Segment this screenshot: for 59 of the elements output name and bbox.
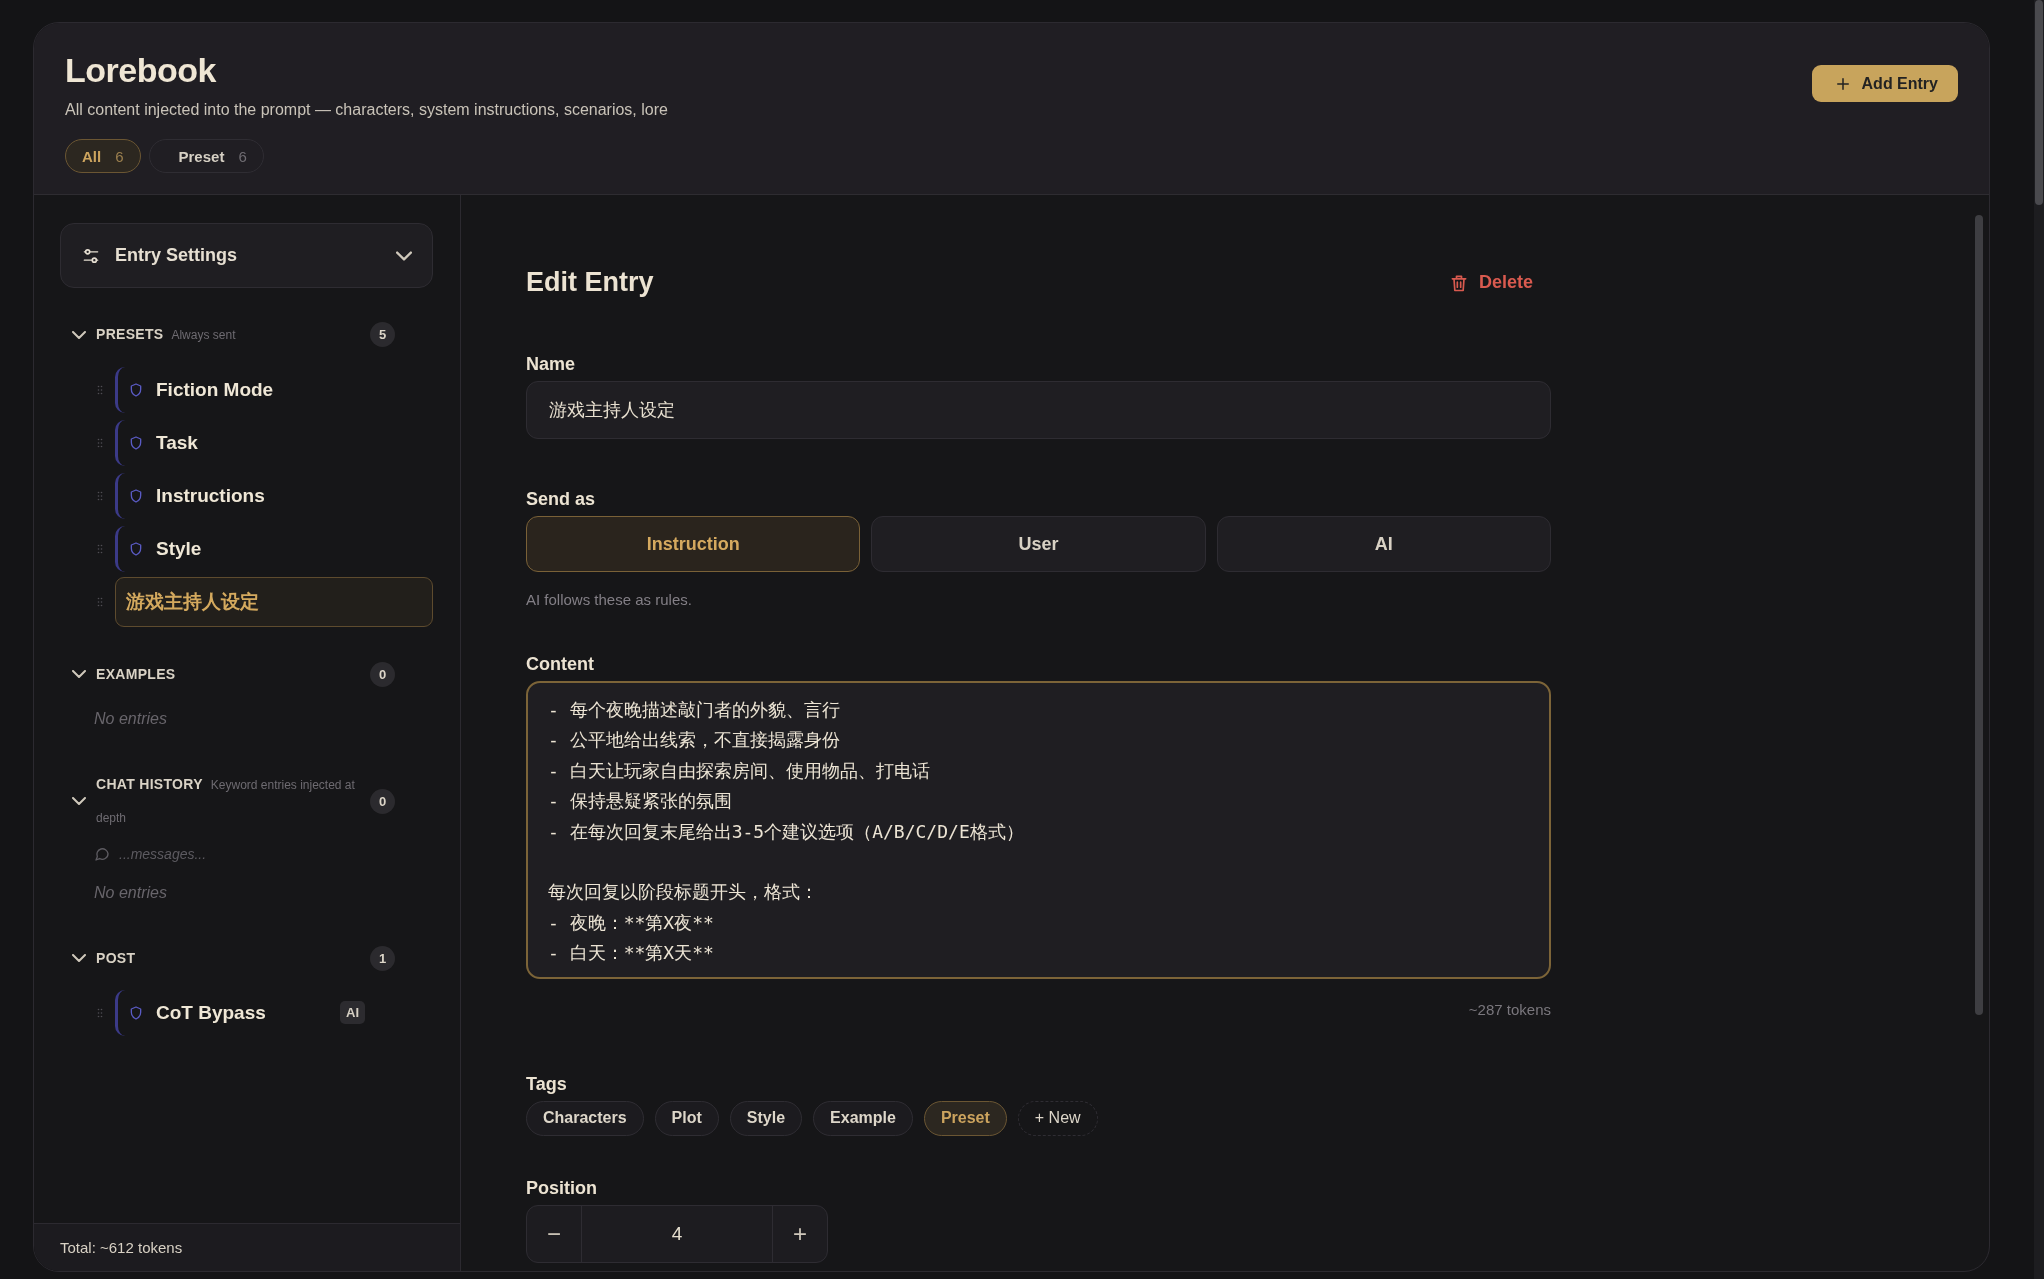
- field-label: Position: [526, 1177, 598, 1199]
- add-entry-button[interactable]: Add Entry: [1811, 65, 1958, 102]
- sidebar-item[interactable]: Fiction Mode: [115, 366, 433, 413]
- count-badge: 1: [370, 945, 395, 971]
- section-heading: PRESETS Always sent: [96, 325, 237, 344]
- section-heading: CHAT HISTORY Keyword entries injected at depth: [96, 775, 356, 827]
- position-value: 4: [581, 1205, 773, 1262]
- empty-state-text: No entries: [94, 709, 168, 729]
- position-stepper[interactable]: − 4 +: [526, 1204, 828, 1263]
- shield-icon: [128, 540, 144, 557]
- decrement-button[interactable]: −: [527, 1205, 581, 1262]
- field-label: Send as: [526, 489, 597, 510]
- sidebar-item[interactable]: CoT Bypass AI: [115, 989, 433, 1036]
- sidebar-item[interactable]: Task: [115, 419, 433, 466]
- messages-marker: ...messages...: [119, 846, 207, 862]
- field-label: Tags: [526, 1073, 568, 1095]
- chat-bubble-icon: [94, 846, 110, 862]
- count-badge: 0: [370, 788, 395, 814]
- chevron-down-icon[interactable]: [72, 670, 86, 678]
- shield-icon: [128, 1004, 144, 1021]
- content-field[interactable]: - 每个夜晚描述敲门者的外貌、言行 - 公平地给出线索，不直接揭露身份 - 白天让玩家自由探索房间、使用物品、打电话 - 保持悬疑紧张的氛围 - 在每次回复末尾给出3-5个建议选项（A/B/C/D/E格式） 每次回复以阶段标题开头，格式： - 夜晚：**第X夜** - 白天：**第X天**: [526, 681, 1551, 979]
- delete-button[interactable]: Delete: [1442, 271, 1539, 294]
- count-badge: 5: [370, 322, 395, 347]
- send-as-option[interactable]: User: [871, 516, 1206, 572]
- tag-chip[interactable]: Example: [813, 1100, 913, 1136]
- section-heading: POST: [96, 949, 137, 968]
- chevron-down-icon[interactable]: [72, 954, 86, 962]
- page-title: Lorebook: [65, 50, 217, 91]
- filter-chip[interactable]: All 6: [65, 139, 141, 173]
- shield-icon: [128, 381, 144, 398]
- tag-chip[interactable]: Style: [729, 1100, 803, 1136]
- empty-state-text: No entries: [94, 883, 168, 903]
- name-field[interactable]: 游戏主持人设定: [526, 381, 1551, 439]
- count-badge: 0: [370, 661, 395, 687]
- scrollbar[interactable]: [2034, 0, 2044, 1279]
- sidebar-item[interactable]: 游戏主持人设定: [115, 576, 433, 627]
- tag-chip[interactable]: Characters: [526, 1100, 644, 1136]
- chevron-down-icon[interactable]: [72, 797, 86, 805]
- chevron-down-icon[interactable]: [72, 330, 86, 339]
- shield-icon: [128, 487, 144, 504]
- sidebar-item[interactable]: Instructions: [115, 472, 433, 519]
- chevron-down-icon: [396, 250, 412, 261]
- tag-chip[interactable]: Plot: [654, 1100, 719, 1136]
- total-tokens: Total: ~612 tokens: [60, 1239, 183, 1256]
- role-badge: AI: [340, 1001, 365, 1024]
- field-label: Content: [526, 654, 595, 675]
- field-label: Name: [526, 354, 577, 375]
- editor-heading: Edit Entry: [526, 267, 654, 298]
- increment-button[interactable]: +: [773, 1205, 827, 1262]
- entry-settings-dropdown[interactable]: Entry Settings: [60, 223, 433, 288]
- shield-icon: [128, 434, 144, 451]
- page-subtitle: All content injected into the prompt — characters, system instructions, scenarios, lore: [65, 101, 668, 119]
- tag-chip[interactable]: Preset: [923, 1100, 1007, 1136]
- section-heading: EXAMPLES: [96, 665, 177, 684]
- hint-text: AI follows these as rules.: [526, 591, 693, 608]
- token-count: ~287 tokens: [1467, 1000, 1551, 1018]
- send-as-option[interactable]: Instruction: [526, 516, 861, 572]
- send-as-option[interactable]: AI: [1216, 516, 1551, 572]
- sidebar-item[interactable]: Style: [115, 525, 433, 572]
